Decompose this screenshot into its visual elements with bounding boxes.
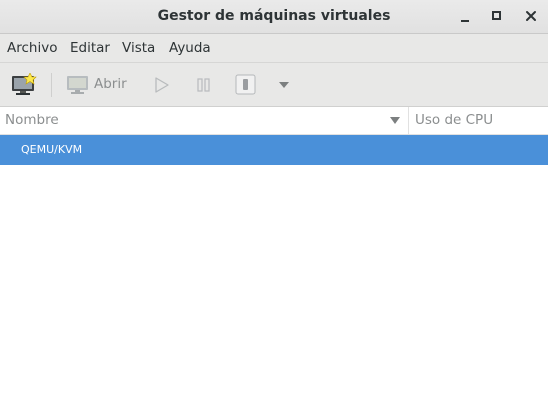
menu-editar[interactable]: Editar xyxy=(70,34,110,62)
virt-manager-window: Gestor de máquinas virtuales Archivo Edi… xyxy=(0,0,548,417)
new-vm-icon xyxy=(12,73,37,95)
menu-vista[interactable]: Vista xyxy=(122,34,155,62)
sort-descending-icon xyxy=(390,117,400,124)
maximize-icon xyxy=(492,11,501,20)
run-button[interactable] xyxy=(148,63,176,106)
minimize-icon xyxy=(461,20,469,22)
shutdown-menu-button[interactable] xyxy=(272,63,296,106)
maximize-button[interactable] xyxy=(485,5,509,29)
menu-archivo[interactable]: Archivo xyxy=(7,34,57,62)
minimize-button[interactable] xyxy=(454,5,478,29)
pause-icon xyxy=(197,78,210,92)
shutdown-icon xyxy=(235,74,256,95)
list-header: Nombre Uso de CPU xyxy=(0,107,548,135)
shutdown-button[interactable] xyxy=(232,63,260,106)
column-header-name[interactable]: Nombre xyxy=(5,107,59,134)
title-bar[interactable]: Gestor de máquinas virtuales xyxy=(0,0,548,34)
menu-ayuda[interactable]: Ayuda xyxy=(169,34,211,62)
toolbar-separator xyxy=(51,73,52,97)
connection-row[interactable]: QEMU/KVM xyxy=(0,135,548,165)
pause-button[interactable] xyxy=(190,63,218,106)
close-icon xyxy=(526,11,536,21)
chevron-down-icon xyxy=(279,82,289,88)
close-button[interactable] xyxy=(519,5,543,29)
monitor-icon xyxy=(67,76,88,94)
new-vm-button[interactable] xyxy=(6,63,44,106)
play-icon xyxy=(155,77,169,93)
menu-bar: Archivo Editar Vista Ayuda xyxy=(0,34,548,63)
column-separator[interactable] xyxy=(408,107,409,134)
toolbar: Abrir xyxy=(0,63,548,107)
open-button-label: Abrir xyxy=(94,76,127,92)
column-header-cpu-usage[interactable]: Uso de CPU xyxy=(415,107,493,134)
connection-name: QEMU/KVM xyxy=(21,143,83,156)
vm-list-area[interactable] xyxy=(0,165,548,417)
